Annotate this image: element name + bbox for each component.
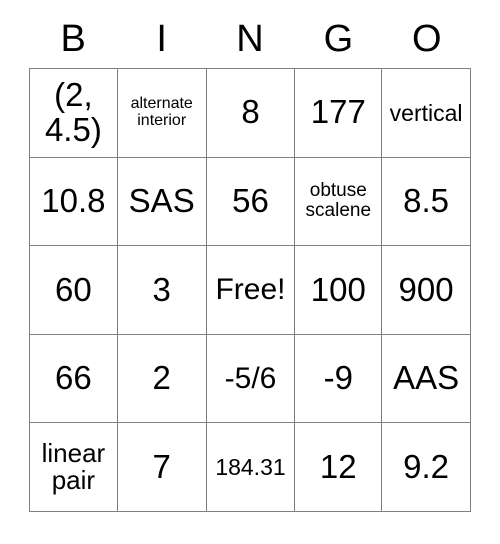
bingo-cell-text: 56 [232, 181, 269, 219]
bingo-grid: (2, 4.5) alternate interior 8 177 vertic… [29, 68, 471, 512]
bingo-cell[interactable]: 900 [382, 246, 471, 335]
bingo-cell[interactable]: 12 [295, 423, 383, 512]
bingo-cell[interactable]: vertical [382, 69, 471, 158]
bingo-cell-text: -9 [323, 359, 353, 397]
bingo-cell-free[interactable]: Free! [206, 246, 296, 335]
bingo-cell[interactable]: -5/6 [206, 334, 296, 424]
bingo-cell-text: 12 [319, 447, 357, 485]
bingo-cell-text: 8 [241, 93, 260, 131]
bingo-cell[interactable]: SAS [117, 157, 207, 247]
bingo-row: 66 2 -5/6 -9 AAS [30, 334, 471, 424]
bingo-cell[interactable]: 184.31 [206, 423, 296, 512]
bingo-cell[interactable]: 8.5 [382, 157, 471, 247]
bingo-cell-text: alternate interior [130, 94, 193, 129]
bingo-cell[interactable]: 60 [30, 246, 118, 335]
bingo-cell-text: 100 [310, 270, 366, 308]
bingo-header-letter-n: N [236, 18, 264, 60]
bingo-cell[interactable]: 177 [295, 69, 383, 158]
bingo-header-letter-i: I [156, 18, 167, 60]
bingo-cell[interactable]: alternate interior [117, 69, 207, 158]
bingo-header-row: B I N G O [29, 10, 471, 68]
bingo-cell-text: 10.8 [41, 181, 106, 219]
bingo-header-letter-b: B [60, 18, 86, 60]
bingo-cell-text: AAS [393, 359, 460, 397]
bingo-cell-text: 900 [398, 270, 454, 308]
bingo-row: 10.8 SAS 56 obtuse scalene 8.5 [30, 157, 471, 247]
bingo-cell-text: 8.5 [403, 181, 450, 219]
bingo-cell-text: vertical [389, 99, 463, 126]
bingo-cell[interactable]: linear pair [30, 423, 118, 512]
bingo-cell[interactable]: 10.8 [30, 157, 118, 247]
bingo-row: linear pair 7 184.31 12 9.2 [30, 423, 471, 512]
bingo-cell[interactable]: 9.2 [382, 423, 471, 512]
bingo-cell[interactable]: 66 [30, 334, 118, 424]
bingo-row: (2, 4.5) alternate interior 8 177 vertic… [30, 69, 471, 158]
bingo-cell-text: (2, 4.5) [44, 75, 102, 148]
bingo-cell-text: 3 [152, 270, 171, 308]
bingo-header-letter-g: G [323, 18, 354, 60]
bingo-cell[interactable]: 3 [117, 246, 207, 335]
bingo-row: 60 3 Free! 100 900 [30, 246, 471, 335]
bingo-cell-text: obtuse scalene [305, 180, 372, 222]
bingo-cell-text: 177 [310, 93, 366, 131]
bingo-cell-text: 184.31 [215, 453, 286, 480]
bingo-cell-text: linear pair [41, 437, 106, 496]
bingo-cell-text: 66 [55, 359, 92, 397]
bingo-cell[interactable]: -9 [295, 334, 383, 424]
bingo-header-letter-o: O [412, 18, 442, 60]
bingo-cell-text: 2 [152, 359, 171, 397]
bingo-cell[interactable]: 100 [295, 246, 383, 335]
bingo-cell[interactable]: AAS [382, 334, 471, 424]
bingo-cell-text: 9.2 [403, 447, 450, 485]
bingo-cell-text: -5/6 [224, 361, 277, 395]
bingo-cell[interactable]: 2 [117, 334, 207, 424]
bingo-cell-text: Free! [215, 273, 286, 307]
bingo-cell[interactable]: 7 [117, 423, 207, 512]
bingo-cell[interactable]: obtuse scalene [295, 157, 383, 247]
bingo-cell-text: 7 [152, 447, 171, 485]
bingo-cell[interactable]: 8 [206, 69, 296, 158]
bingo-cell[interactable]: 56 [206, 157, 296, 247]
bingo-card: B I N G O (2, 4.5) alternate interior 8 … [29, 10, 471, 512]
bingo-cell-text: SAS [128, 181, 195, 219]
bingo-cell-text: 60 [55, 270, 92, 308]
bingo-cell[interactable]: (2, 4.5) [30, 69, 118, 158]
